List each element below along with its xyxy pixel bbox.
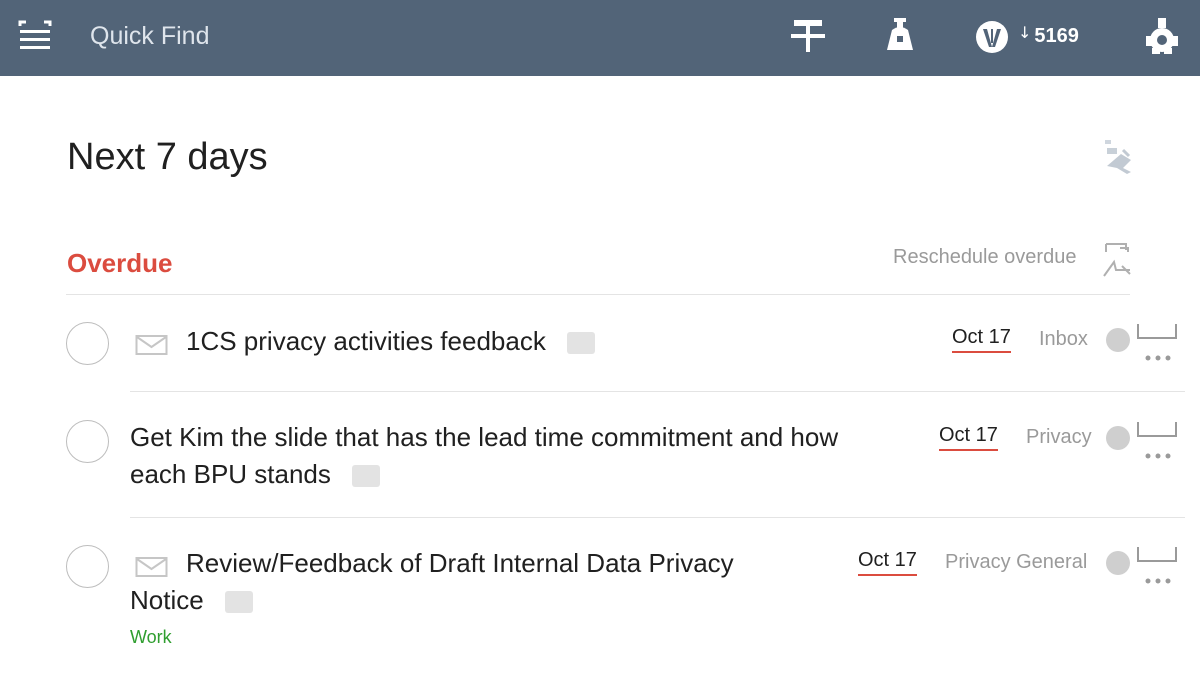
project-color-dot [1106, 426, 1130, 450]
project-color-dot [1106, 328, 1130, 352]
add-task-icon[interactable] [788, 16, 828, 56]
more-options-icon[interactable] [1143, 452, 1173, 460]
reschedule-icon[interactable] [1100, 240, 1134, 280]
task-checkbox[interactable] [66, 322, 109, 365]
karma-count: 5169 [1034, 24, 1079, 47]
task-due-date[interactable]: Oct 17 [939, 424, 998, 451]
gear-icon[interactable] [1142, 16, 1182, 56]
reschedule-overdue-link[interactable]: Reschedule overdue [893, 246, 1076, 269]
task-due-date[interactable]: Oct 17 [858, 549, 917, 576]
more-options-icon[interactable] [1143, 577, 1173, 585]
comment-icon[interactable] [1134, 545, 1180, 567]
project-color-dot [1106, 551, 1130, 575]
task-content-row: Review/Feedback of Draft Internal Data P… [130, 545, 850, 619]
hamburger-menu-icon[interactable] [18, 20, 52, 52]
bell-icon[interactable] [880, 16, 920, 56]
note-icon[interactable] [566, 330, 596, 356]
task-project[interactable]: Privacy General [945, 551, 1087, 574]
task-content: 1CS privacy activities feedback [186, 326, 546, 356]
task-divider [130, 517, 1185, 518]
task-content: Notice [130, 585, 204, 615]
note-icon[interactable] [224, 589, 254, 615]
note-icon[interactable] [351, 463, 381, 489]
task-label[interactable]: Work [130, 627, 172, 648]
karma-logo-icon [976, 21, 1008, 53]
quick-find-input[interactable]: Quick Find [90, 20, 209, 52]
task-project[interactable]: Inbox [1039, 328, 1088, 351]
task-content-row: Get Kim the slide that has the lead time… [130, 419, 920, 493]
task-checkbox[interactable] [66, 420, 109, 463]
task-due-date[interactable]: Oct 17 [952, 326, 1011, 353]
task-content-row: 1CS privacy activities feedback [135, 323, 596, 360]
top-bar: Quick Find ↓ 5169 [0, 0, 1200, 76]
task-divider [130, 391, 1185, 392]
section-divider [66, 294, 1130, 295]
task-content: each BPU stands [130, 459, 331, 489]
karma-trend-icon: ↓ [1018, 22, 1032, 42]
comment-icon[interactable] [1134, 322, 1180, 344]
more-options-icon[interactable] [1143, 354, 1173, 362]
email-icon [135, 557, 168, 577]
task-content: Review/Feedback of Draft Internal Data P… [186, 548, 734, 578]
section-title-overdue: Overdue [67, 248, 173, 278]
page-title: Next 7 days [67, 136, 268, 178]
task-checkbox[interactable] [66, 545, 109, 588]
karma-indicator[interactable]: ↓ 5169 [975, 20, 1079, 54]
task-content: Get Kim the slide that has the lead time… [130, 422, 839, 452]
task-project[interactable]: Privacy [1026, 426, 1092, 449]
email-icon [135, 335, 168, 355]
view-options-icon[interactable] [1101, 138, 1137, 178]
comment-icon[interactable] [1134, 420, 1180, 442]
